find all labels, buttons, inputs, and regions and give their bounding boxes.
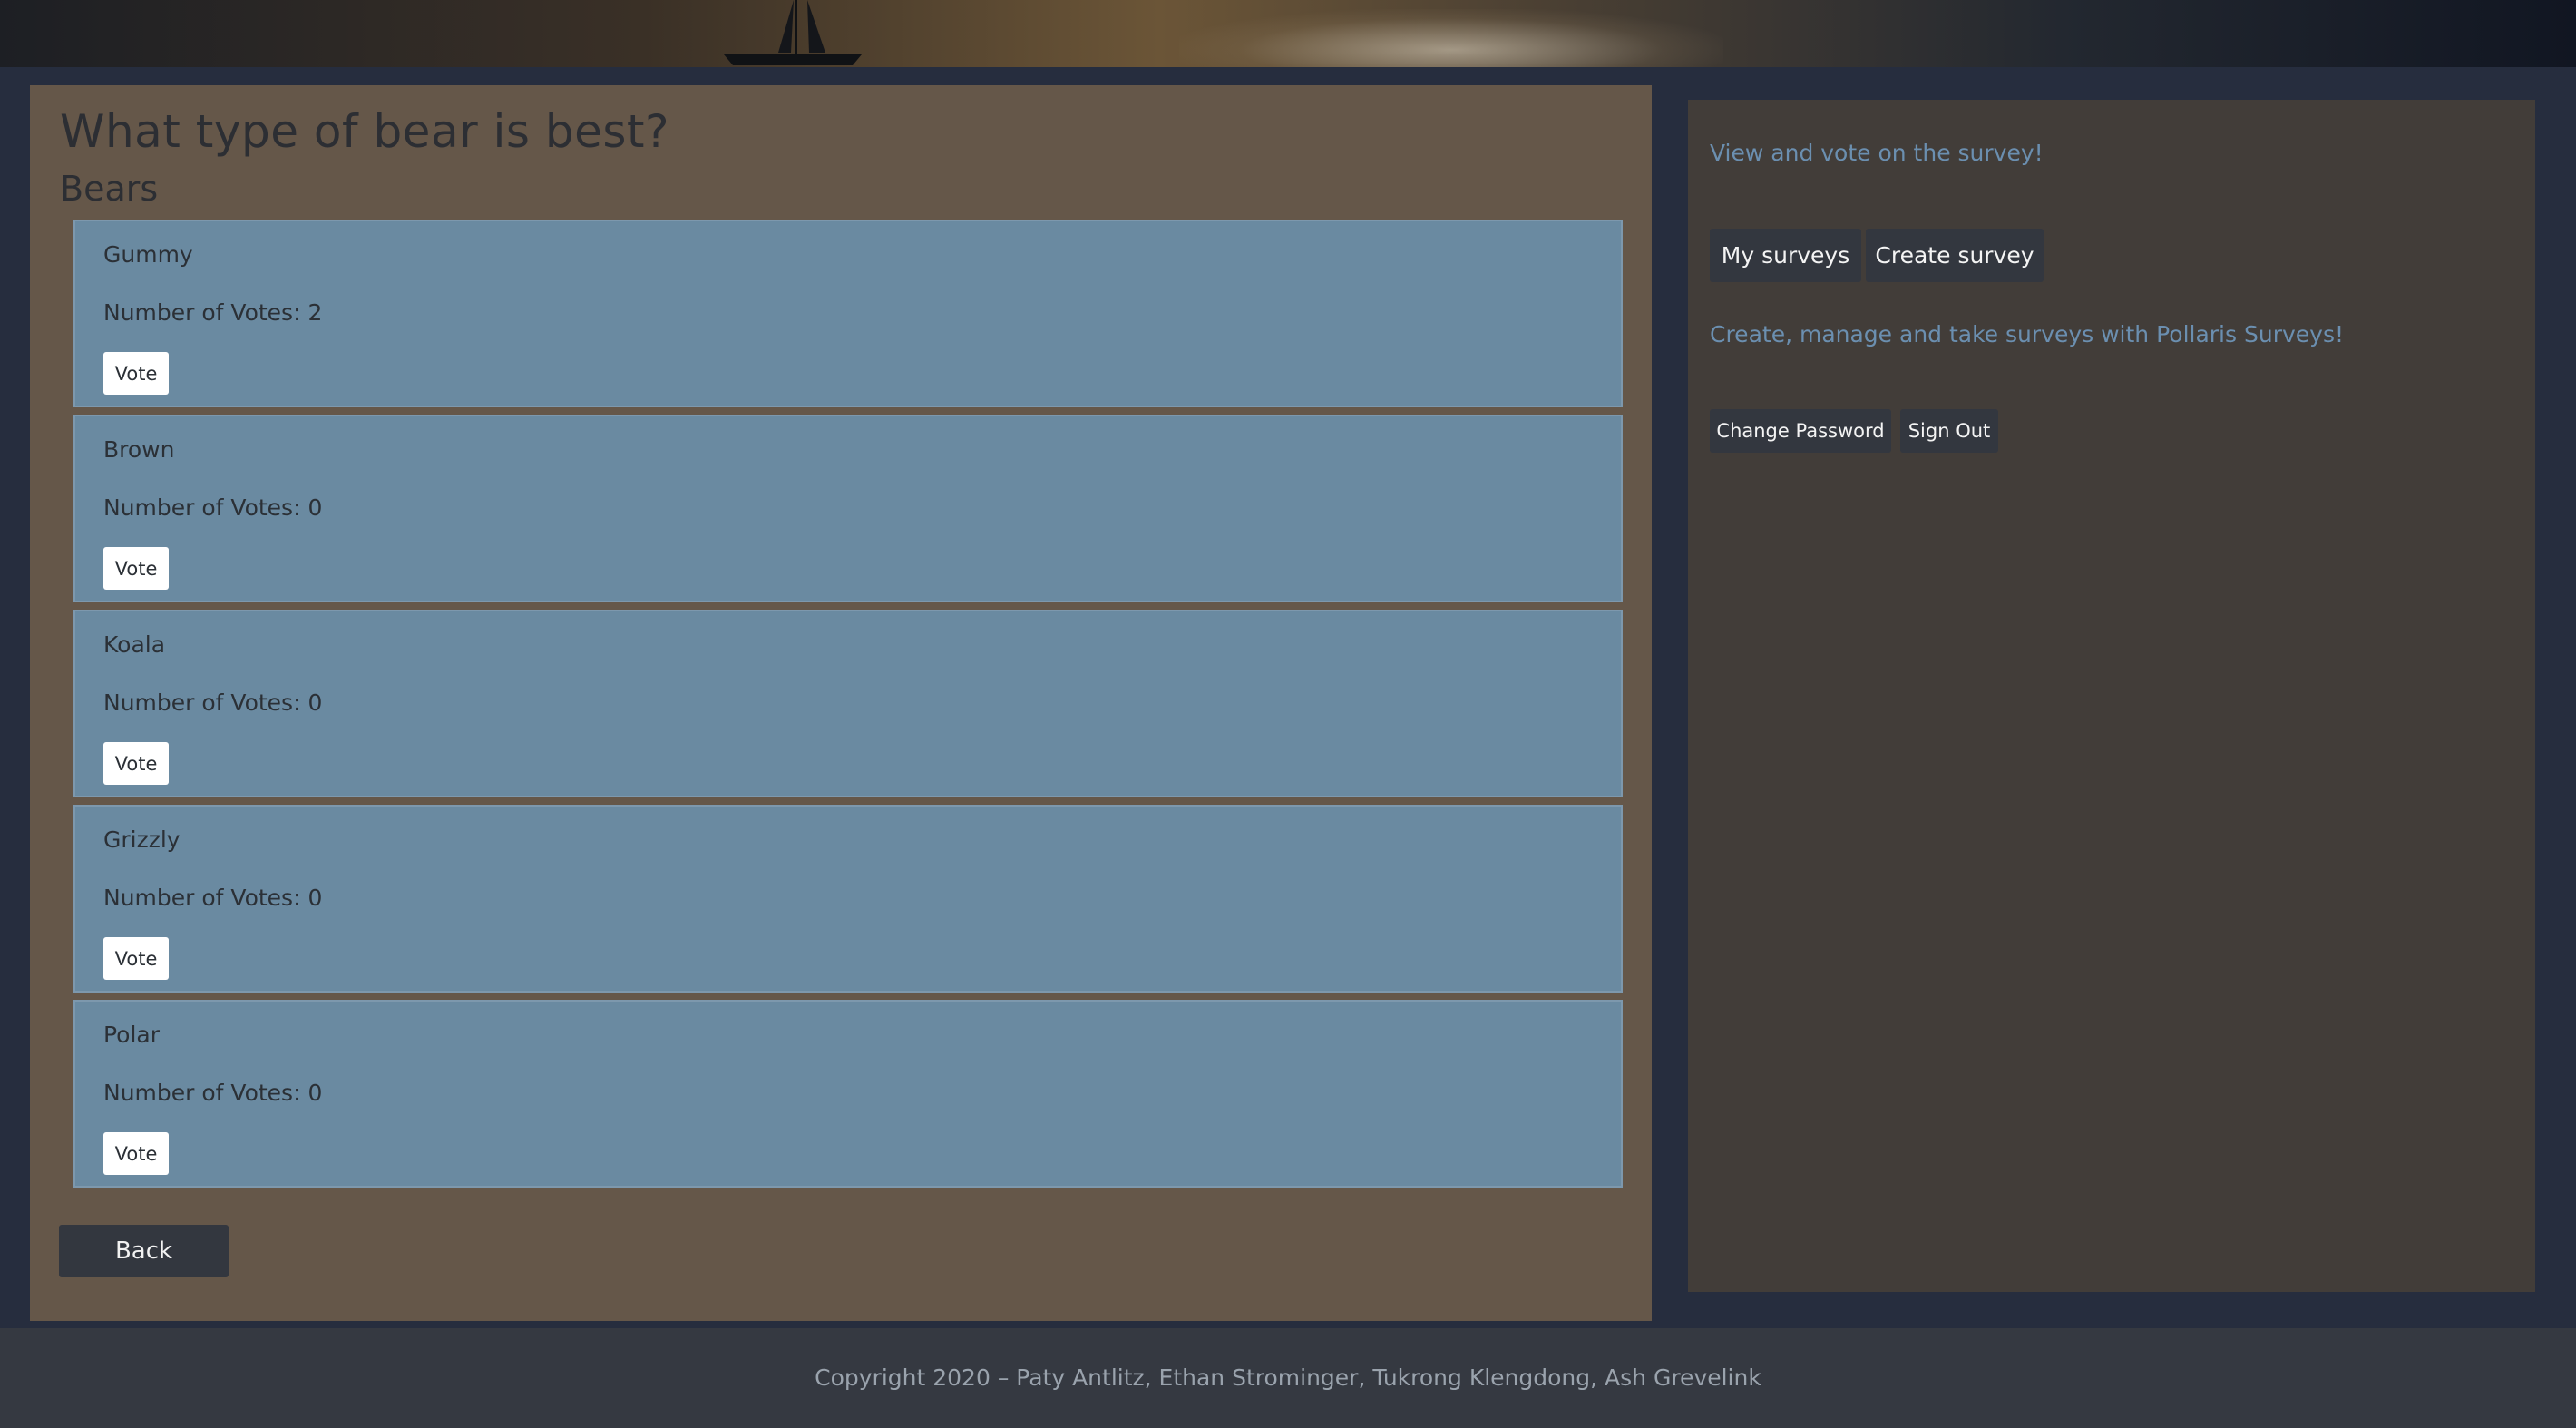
option-votes: Number of Votes: 0 xyxy=(103,494,322,521)
votes-count: 0 xyxy=(307,1080,323,1106)
votes-label: Number of Votes: xyxy=(103,299,301,326)
header-banner xyxy=(0,0,2576,67)
vote-button[interactable]: Vote xyxy=(103,547,169,590)
footer-copyright: Copyright 2020 – Paty Antlitz, Ethan Str… xyxy=(815,1364,1761,1391)
votes-label: Number of Votes: xyxy=(103,885,301,911)
votes-label: Number of Votes: xyxy=(103,1080,301,1106)
sidebar-intro: View and vote on the survey! xyxy=(1710,140,2044,166)
votes-count: 0 xyxy=(307,494,323,521)
votes-count: 2 xyxy=(307,299,323,326)
banner-glow xyxy=(1179,9,1723,67)
option-votes: Number of Votes: 0 xyxy=(103,885,322,911)
footer: Copyright 2020 – Paty Antlitz, Ethan Str… xyxy=(0,1328,2576,1428)
option-name: Brown xyxy=(103,436,175,463)
vote-button[interactable]: Vote xyxy=(103,352,169,395)
sidebar-panel: View and vote on the survey! My surveys … xyxy=(1688,100,2535,1292)
votes-count: 0 xyxy=(307,885,323,911)
votes-label: Number of Votes: xyxy=(103,494,301,521)
option-name: Gummy xyxy=(103,241,193,268)
vote-button[interactable]: Vote xyxy=(103,937,169,980)
votes-count: 0 xyxy=(307,690,323,716)
survey-title: What type of bear is best? xyxy=(60,105,670,158)
option-name: Koala xyxy=(103,631,166,658)
create-survey-button[interactable]: Create survey xyxy=(1866,229,2044,282)
option-votes: Number of Votes: 2 xyxy=(103,299,322,326)
change-password-button[interactable]: Change Password xyxy=(1710,409,1891,453)
sidebar-tagline: Create, manage and take surveys with Pol… xyxy=(1710,321,2344,347)
vote-button[interactable]: Vote xyxy=(103,742,169,785)
option-card-gummy: Gummy Number of Votes: 2 Vote xyxy=(73,220,1623,407)
sign-out-button[interactable]: Sign Out xyxy=(1900,409,1998,453)
option-card-brown: Brown Number of Votes: 0 Vote xyxy=(73,415,1623,602)
survey-subtitle: Bears xyxy=(60,169,159,209)
option-card-koala: Koala Number of Votes: 0 Vote xyxy=(73,610,1623,797)
back-button[interactable]: Back xyxy=(59,1225,229,1277)
option-card-polar: Polar Number of Votes: 0 Vote xyxy=(73,1000,1623,1188)
sailboat-silhouette xyxy=(724,0,862,65)
option-name: Polar xyxy=(103,1022,161,1048)
vote-button[interactable]: Vote xyxy=(103,1132,169,1175)
option-votes: Number of Votes: 0 xyxy=(103,1080,322,1106)
option-votes: Number of Votes: 0 xyxy=(103,690,322,716)
my-surveys-button[interactable]: My surveys xyxy=(1710,229,1861,282)
votes-label: Number of Votes: xyxy=(103,690,301,716)
option-name: Grizzly xyxy=(103,826,181,853)
option-card-grizzly: Grizzly Number of Votes: 0 Vote xyxy=(73,805,1623,993)
survey-card: What type of bear is best? Bears Gummy N… xyxy=(30,85,1652,1321)
